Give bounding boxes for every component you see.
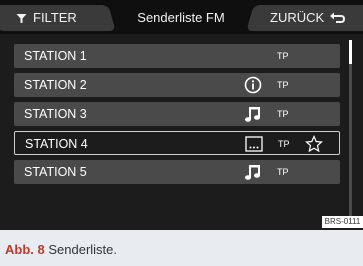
- music-note-icon: [245, 107, 260, 122]
- figure-caption: Abb. 8 Senderliste.: [0, 230, 363, 266]
- text-dots-icon: [245, 136, 263, 152]
- filter-label: FILTER: [33, 10, 77, 25]
- info-icon: [244, 76, 262, 94]
- top-bar: FILTER Senderliste FM ZURÜCK: [0, 0, 363, 34]
- image-code: BRS-0111: [322, 216, 363, 228]
- filter-button[interactable]: FILTER: [0, 5, 116, 31]
- back-button[interactable]: ZURÜCK: [246, 5, 363, 31]
- star-icon[interactable]: [305, 135, 323, 153]
- caption-text: Senderliste.: [48, 242, 118, 257]
- scrollbar-thumb[interactable]: [349, 40, 352, 64]
- tp-badge: TP: [277, 80, 289, 90]
- radio-screen: FILTER Senderliste FM ZURÜCK STATION 1 T…: [0, 0, 363, 230]
- page-title: Senderliste FM: [137, 10, 225, 25]
- tp-badge: TP: [278, 139, 290, 149]
- station-name: STATION 3: [24, 107, 87, 121]
- back-arrow-icon: [330, 12, 346, 23]
- music-note-icon: [245, 165, 260, 180]
- station-name: STATION 1: [24, 49, 87, 63]
- station-row-2[interactable]: STATION 2 TP: [14, 73, 340, 97]
- station-row-3[interactable]: STATION 3 TP: [14, 102, 340, 126]
- station-name: STATION 2: [24, 78, 87, 92]
- back-label: ZURÜCK: [270, 10, 325, 25]
- scrollbar-track[interactable]: [349, 40, 352, 216]
- tp-badge: TP: [277, 109, 289, 119]
- station-name: STATION 4: [25, 137, 88, 151]
- station-name: STATION 5: [24, 165, 87, 179]
- station-row-4[interactable]: STATION 4 TP: [14, 131, 340, 155]
- tp-badge: TP: [277, 51, 289, 61]
- station-row-1[interactable]: STATION 1 TP: [14, 44, 340, 68]
- station-row-5[interactable]: STATION 5 TP: [14, 160, 340, 184]
- caption-label: Abb. 8: [5, 242, 45, 257]
- filter-icon: [16, 13, 27, 23]
- tp-badge: TP: [277, 167, 289, 177]
